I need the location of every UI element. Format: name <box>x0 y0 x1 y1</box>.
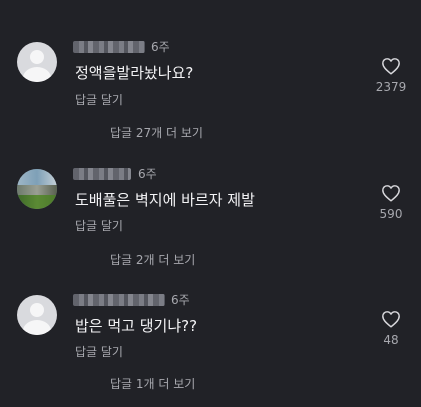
view-more-replies-button[interactable]: 답글 27개 더 보기 <box>110 126 203 140</box>
comment-text: 정액을발라놨나요? <box>75 64 194 82</box>
comment-time: 6주 <box>171 293 190 307</box>
reply-button[interactable]: 답글 달기 <box>75 93 123 107</box>
heart-outline-icon <box>382 58 400 75</box>
avatar[interactable] <box>17 42 57 82</box>
like-button[interactable]: 2379 <box>371 57 411 94</box>
heart-outline-icon <box>382 185 400 202</box>
reply-button[interactable]: 답글 달기 <box>75 219 123 233</box>
comment-text: 도배풀은 벽지에 바르자 제발 <box>75 191 255 209</box>
comment-item: 6주 도배풀은 벽지에 바르자 제발 답글 달기 답글 2개 더 보기 590 <box>0 140 421 275</box>
heart-outline-icon <box>382 311 400 328</box>
like-count: 2379 <box>375 80 407 94</box>
username-blurred[interactable] <box>73 294 165 306</box>
like-button[interactable]: 590 <box>371 184 411 221</box>
like-count: 48 <box>383 333 399 347</box>
username-blurred[interactable] <box>73 41 145 53</box>
username-blurred[interactable] <box>73 168 131 180</box>
reply-button[interactable]: 답글 달기 <box>75 345 123 359</box>
default-user-avatar <box>30 303 44 317</box>
view-more-replies-button[interactable]: 답글 2개 더 보기 <box>110 253 195 267</box>
like-button[interactable]: 48 <box>371 310 411 347</box>
avatar[interactable] <box>17 169 57 209</box>
comment-text: 밥은 먹고 댕기냐?? <box>75 317 198 335</box>
comment-item: 6주 밥은 먹고 댕기냐?? 답글 달기 답글 1개 더 보기 48 <box>0 275 421 407</box>
like-count: 590 <box>379 207 403 221</box>
default-user-avatar <box>30 50 44 64</box>
comment-time: 6주 <box>138 167 157 181</box>
comment-time: 6주 <box>151 40 170 54</box>
comment-item: 6주 정액을발라놨나요? 답글 달기 답글 27개 더 보기 2379 <box>0 0 421 140</box>
avatar[interactable] <box>17 295 57 335</box>
view-more-replies-button[interactable]: 답글 1개 더 보기 <box>110 377 195 391</box>
